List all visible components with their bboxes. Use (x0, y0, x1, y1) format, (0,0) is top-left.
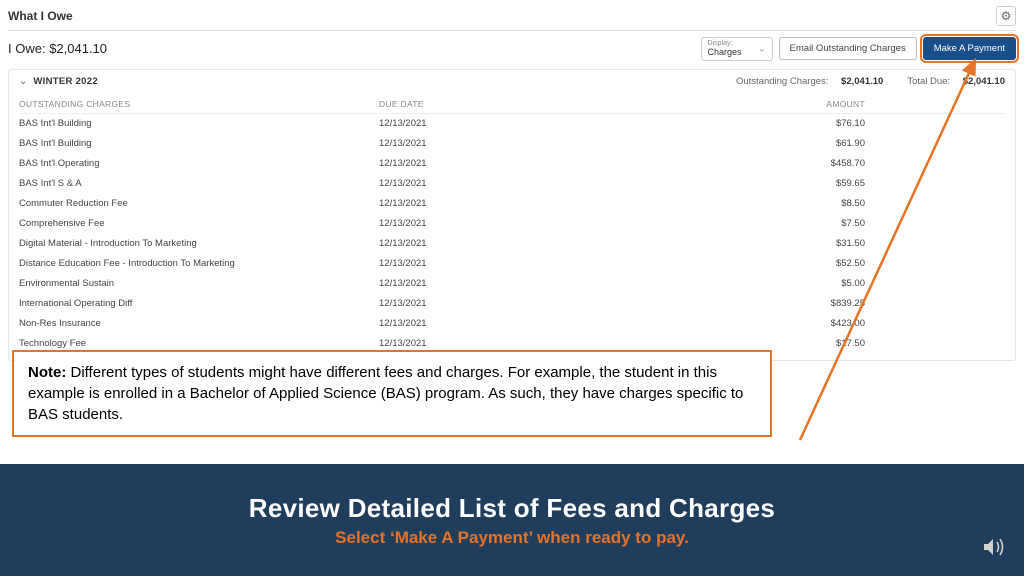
footer-title: Review Detailed List of Fees and Charges (249, 493, 775, 524)
display-select[interactable]: Display: Charges ⌄ (701, 37, 773, 61)
col-outstanding-charges: OUTSTANDING CHARGES (19, 99, 379, 109)
toolbar-actions: Display: Charges ⌄ Email Outstanding Cha… (701, 37, 1016, 61)
app-window: What I Owe ⚙ I Owe: $2,041.10 Display: C… (0, 0, 1024, 361)
owe-label: I Owe: (8, 41, 49, 56)
display-select-label: Display: (708, 40, 750, 47)
charge-due-date: 12/13/2021 (379, 198, 639, 209)
email-charges-button[interactable]: Email Outstanding Charges (779, 37, 917, 60)
charge-amount: $17.50 (639, 338, 1005, 349)
charge-name: BAS Int'l Building (19, 118, 379, 129)
table-row: International Operating Diff12/13/2021$8… (19, 294, 1005, 314)
charge-name: Technology Fee (19, 338, 379, 349)
footer-banner: Review Detailed List of Fees and Charges… (0, 464, 1024, 576)
chevron-down-icon: ⌄ (758, 43, 766, 54)
display-select-value: Charges (708, 47, 742, 57)
charges-table: OUTSTANDING CHARGES DUE DATE AMOUNT BAS … (9, 93, 1015, 360)
owe-amount: $2,041.10 (49, 41, 107, 56)
charge-name: Environmental Sustain (19, 278, 379, 289)
table-row: Commuter Reduction Fee12/13/2021$8.50 (19, 194, 1005, 214)
charge-name: BAS Int'l Operating (19, 158, 379, 169)
charge-due-date: 12/13/2021 (379, 158, 639, 169)
col-amount: AMOUNT (639, 99, 1005, 109)
table-row: BAS Int'l Building12/13/2021$76.10 (19, 114, 1005, 134)
charge-name: Comprehensive Fee (19, 218, 379, 229)
charge-due-date: 12/13/2021 (379, 238, 639, 249)
charge-amount: $5.00 (639, 278, 1005, 289)
term-header[interactable]: ⌄ WINTER 2022 Outstanding Charges: $2,04… (9, 70, 1015, 93)
charge-due-date: 12/13/2021 (379, 318, 639, 329)
gear-icon: ⚙ (1001, 9, 1012, 23)
charge-due-date: 12/13/2021 (379, 278, 639, 289)
note-label: Note: (28, 364, 66, 381)
charge-due-date: 12/13/2021 (379, 138, 639, 149)
charge-name: Commuter Reduction Fee (19, 198, 379, 209)
charge-due-date: 12/13/2021 (379, 178, 639, 189)
charge-amount: $52.50 (639, 258, 1005, 269)
charge-name: Non-Res Insurance (19, 318, 379, 329)
table-header: OUTSTANDING CHARGES DUE DATE AMOUNT (19, 93, 1005, 114)
charge-amount: $61.90 (639, 138, 1005, 149)
page-title: What I Owe (8, 9, 73, 23)
chevron-down-icon: ⌄ (19, 76, 27, 87)
charge-amount: $7.50 (639, 218, 1005, 229)
charge-name: International Operating Diff (19, 298, 379, 309)
toolbar: I Owe: $2,041.10 Display: Charges ⌄ Emai… (8, 31, 1016, 67)
charge-amount: $423.00 (639, 318, 1005, 329)
table-row: Comprehensive Fee12/13/2021$7.50 (19, 214, 1005, 234)
charge-due-date: 12/13/2021 (379, 218, 639, 229)
term-name: WINTER 2022 (33, 76, 98, 87)
outstanding-charges-summary: Outstanding Charges: $2,041.10 (736, 76, 883, 87)
table-row: Distance Education Fee - Introduction To… (19, 254, 1005, 274)
charge-due-date: 12/13/2021 (379, 258, 639, 269)
speaker-icon (982, 536, 1008, 564)
total-due-summary: Total Due: $2,041.10 (907, 76, 1005, 87)
charge-name: BAS Int'l Building (19, 138, 379, 149)
charge-amount: $839.25 (639, 298, 1005, 309)
charge-amount: $8.50 (639, 198, 1005, 209)
term-card: ⌄ WINTER 2022 Outstanding Charges: $2,04… (8, 69, 1016, 361)
footer-subtitle: Select ‘Make A Payment’ when ready to pa… (335, 528, 689, 548)
charge-due-date: 12/13/2021 (379, 338, 639, 349)
make-payment-button[interactable]: Make A Payment (923, 37, 1016, 60)
charge-amount: $59.65 (639, 178, 1005, 189)
note-text: Different types of students might have d… (28, 364, 743, 423)
charge-due-date: 12/13/2021 (379, 298, 639, 309)
table-row: BAS Int'l Building12/13/2021$61.90 (19, 134, 1005, 154)
table-row: Environmental Sustain12/13/2021$5.00 (19, 274, 1005, 294)
col-due-date: DUE DATE (379, 99, 639, 109)
charge-name: BAS Int'l S & A (19, 178, 379, 189)
charge-name: Digital Material - Introduction To Marke… (19, 238, 379, 249)
table-row: Non-Res Insurance12/13/2021$423.00 (19, 314, 1005, 334)
charge-due-date: 12/13/2021 (379, 118, 639, 129)
charge-amount: $31.50 (639, 238, 1005, 249)
charge-name: Distance Education Fee - Introduction To… (19, 258, 379, 269)
table-row: BAS Int'l S & A12/13/2021$59.65 (19, 174, 1005, 194)
settings-button[interactable]: ⚙ (996, 6, 1016, 26)
title-bar: What I Owe ⚙ (8, 4, 1016, 31)
charge-amount: $76.10 (639, 118, 1005, 129)
note-callout: Note: Different types of students might … (12, 350, 772, 437)
charge-amount: $458.70 (639, 158, 1005, 169)
table-row: Digital Material - Introduction To Marke… (19, 234, 1005, 254)
table-row: BAS Int'l Operating12/13/2021$458.70 (19, 154, 1005, 174)
owe-summary: I Owe: $2,041.10 (8, 41, 107, 56)
